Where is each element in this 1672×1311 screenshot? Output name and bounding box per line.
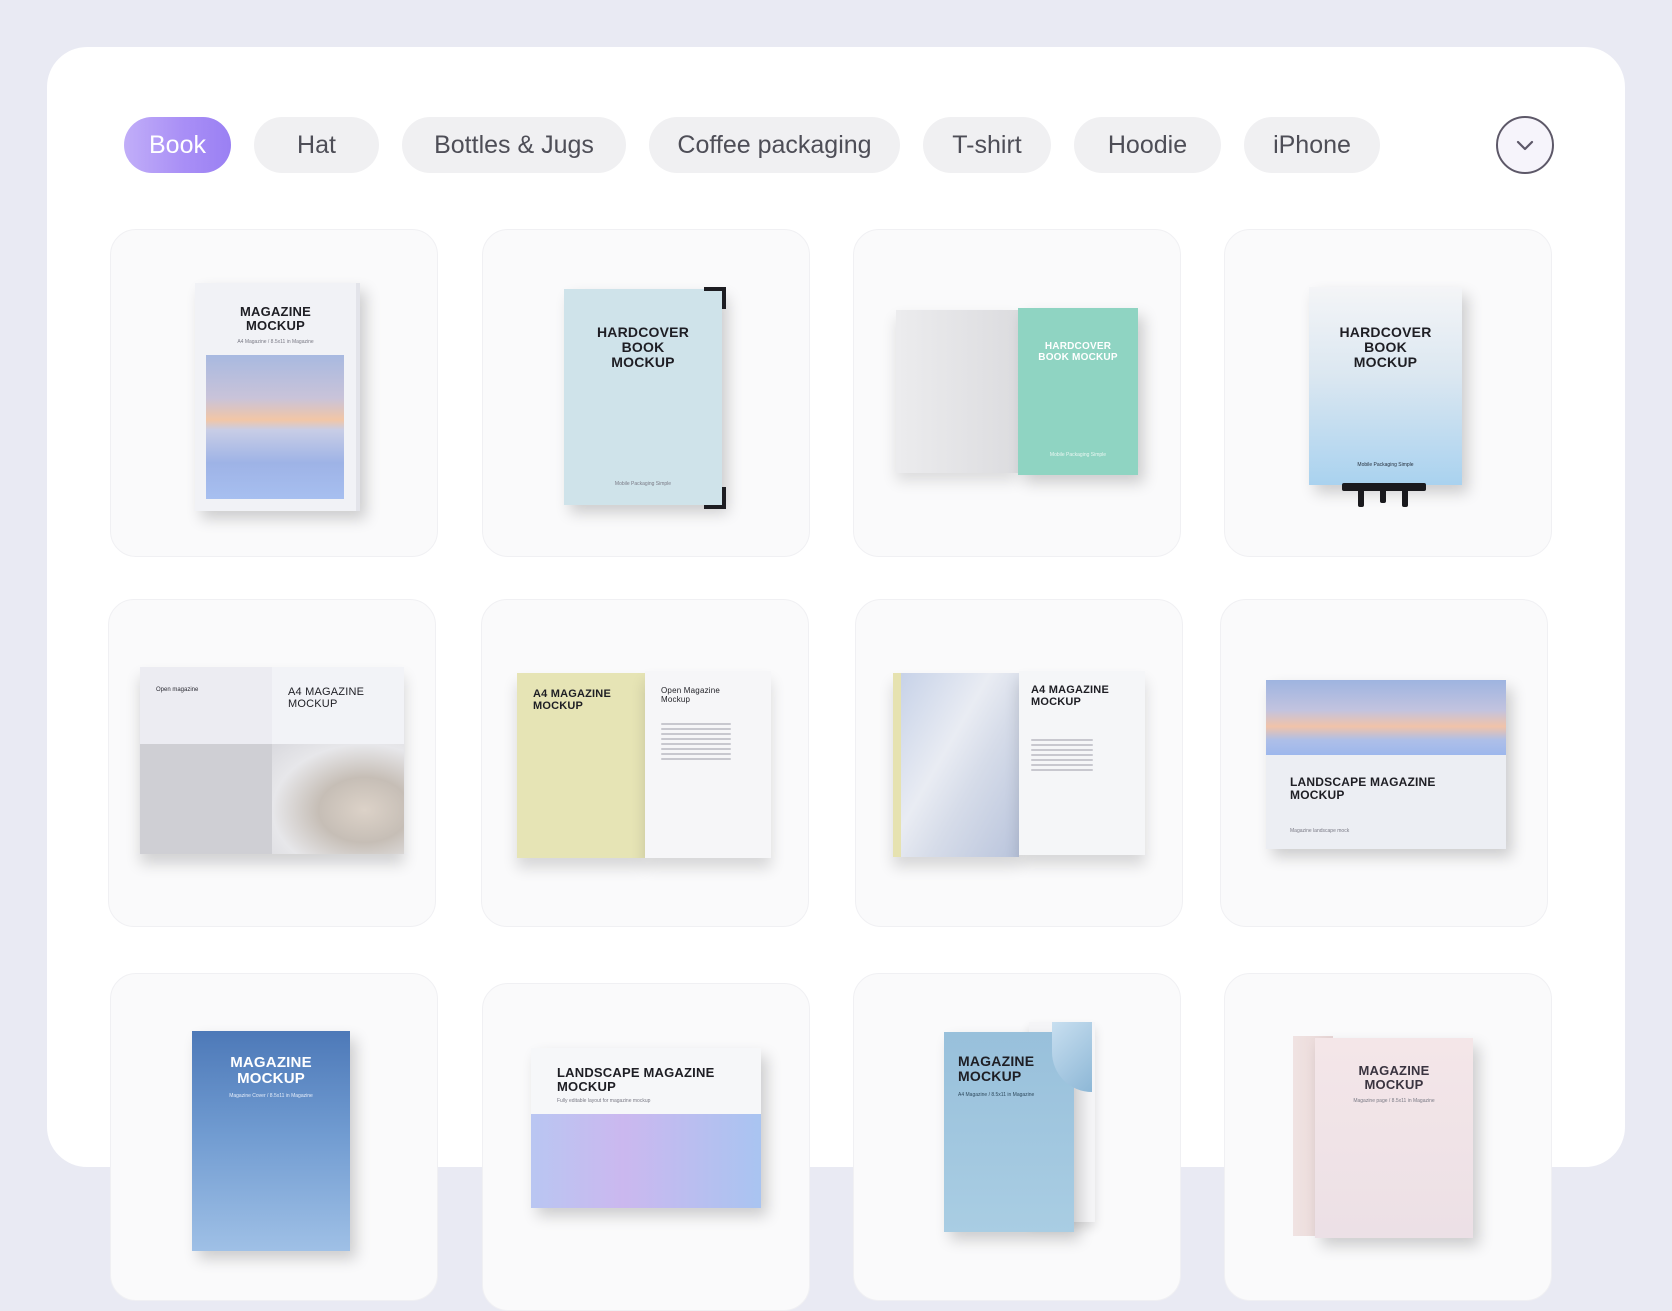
easel-leg: [1358, 489, 1364, 507]
page-text-lines: [1031, 739, 1093, 774]
cover-caption: Mobile Packaging Simple: [1357, 462, 1414, 468]
cover-title: HARDCOVER BOOK MOCKUP: [1038, 341, 1118, 363]
magazine-left-page: A4 MAGAZINE MOCKUP: [517, 673, 645, 858]
cover-photo: [531, 1114, 761, 1208]
cover-photo: [1266, 680, 1506, 755]
cover-title: LANDSCAPE MAGAZINE MOCKUP: [557, 1065, 715, 1095]
spread-left-top: [140, 667, 272, 744]
magazine-spread: Open magazine A4 MAGAZINE MOCKUP: [140, 667, 404, 854]
magazine-cover: MAGAZINE MOCKUP Magazine page / 8.5x11 i…: [1315, 1038, 1473, 1238]
spread-caption: Open magazine: [156, 687, 199, 693]
magazine-right-page: A4 MAGAZINE MOCKUP: [1019, 671, 1145, 855]
expand-categories-button[interactable]: [1496, 116, 1554, 174]
spread-left-bottom: [140, 744, 272, 854]
page-heading: Open Magazine Mockup: [661, 686, 721, 704]
book-right-page: HARDCOVER BOOK MOCKUP Mobile Packaging S…: [1018, 308, 1138, 475]
mockup-card-a4-magazine-open[interactable]: Open magazine A4 MAGAZINE MOCKUP: [108, 599, 436, 927]
chevron-down-icon: [1516, 140, 1534, 151]
cover-caption: A4 Magazine / 8.5x11 in Magazine: [237, 339, 314, 345]
category-pill-hat[interactable]: Hat: [254, 117, 379, 173]
book-left-page: [896, 310, 1018, 473]
magazine-cover: MAGAZINE MOCKUP A4 Magazine / 8.5x11 in …: [195, 283, 360, 511]
mockup-card-magazine-blue[interactable]: MAGAZINE MOCKUP Magazine Cover / 8.5x11 …: [110, 973, 438, 1301]
cover-title: LANDSCAPE MAGAZINE MOCKUP: [1290, 775, 1436, 802]
category-pill-hoodie[interactable]: Hoodie: [1074, 117, 1221, 173]
spread-right-photo: [272, 744, 404, 854]
cover-caption: Magazine landscape mock: [1290, 828, 1350, 834]
page-text-lines: [661, 723, 731, 763]
cover-caption: Mobile Packaging Simple: [614, 481, 672, 487]
corner-protector-top: [704, 287, 726, 309]
mockup-card-hardcover-book[interactable]: HARDCOVER BOOK MOCKUP Mobile Packaging S…: [482, 229, 810, 557]
easel-leg: [1380, 489, 1386, 503]
magazine-cover: MAGAZINE MOCKUP Magazine Cover / 8.5x11 …: [192, 1031, 350, 1251]
mockup-card-open-book[interactable]: HARDCOVER BOOK MOCKUP Mobile Packaging S…: [853, 229, 1181, 557]
mockup-card-landscape-magazine-2[interactable]: LANDSCAPE MAGAZINE MOCKUP Fully editable…: [482, 983, 810, 1311]
spread-title: A4 MAGAZINE MOCKUP: [288, 686, 365, 710]
category-pill-coffee-packaging[interactable]: Coffee packaging: [649, 117, 900, 173]
cover-caption: Magazine Cover / 8.5x11 in Magazine: [229, 1093, 313, 1099]
mockup-card-a4-magazine-yellow[interactable]: A4 MAGAZINE MOCKUP Open Magazine Mockup: [481, 599, 809, 927]
category-pill-bottles-jugs[interactable]: Bottles & Jugs: [402, 117, 626, 173]
spread-title: A4 MAGAZINE MOCKUP: [533, 688, 611, 712]
mockup-card-magazine-pink[interactable]: MAGAZINE MOCKUP Magazine page / 8.5x11 i…: [1224, 973, 1552, 1301]
book-cover: HARDCOVER BOOK MOCKUP Mobile Packaging S…: [1309, 287, 1462, 485]
category-pill-t-shirt[interactable]: T-shirt: [923, 117, 1051, 173]
corner-protector-bottom: [704, 487, 726, 509]
magazine-cover: LANDSCAPE MAGAZINE MOCKUP Fully editable…: [531, 1048, 761, 1208]
mockup-card-a4-magazine-building[interactable]: A4 MAGAZINE MOCKUP: [855, 599, 1183, 927]
cover-caption: Mobile Packaging Simple: [1049, 452, 1107, 458]
mockup-card-magazine-curl[interactable]: MAGAZINE MOCKUP A4 Magazine / 8.5x11 in …: [853, 973, 1181, 1301]
category-pill-iphone[interactable]: iPhone: [1244, 117, 1380, 173]
magazine-right-page: Open Magazine Mockup: [645, 671, 771, 858]
cover-title: HARDCOVER BOOK MOCKUP: [1339, 324, 1432, 371]
magazine-left-photo: [893, 673, 1019, 857]
magazine-cover: LANDSCAPE MAGAZINE MOCKUP Magazine lands…: [1266, 680, 1506, 849]
cover-title: MAGAZINE MOCKUP: [958, 1053, 1035, 1085]
category-pill-book[interactable]: Book: [124, 117, 231, 173]
book-cover: HARDCOVER BOOK MOCKUP Mobile Packaging S…: [564, 289, 722, 505]
cover-caption: Fully editable layout for magazine mocku…: [557, 1098, 651, 1104]
mockup-card-magazine[interactable]: MAGAZINE MOCKUP A4 Magazine / 8.5x11 in …: [110, 229, 438, 557]
mockup-card-hardcover-easel[interactable]: HARDCOVER BOOK MOCKUP Mobile Packaging S…: [1224, 229, 1552, 557]
mockup-card-landscape-magazine[interactable]: LANDSCAPE MAGAZINE MOCKUP Magazine lands…: [1220, 599, 1548, 927]
cover-title: HARDCOVER BOOK MOCKUP: [596, 324, 690, 371]
cover-title: MAGAZINE MOCKUP: [240, 304, 311, 334]
cover-title: MAGAZINE MOCKUP: [1358, 1063, 1430, 1093]
cover-caption: A4 Magazine / 8.5x11 in Magazine: [958, 1092, 1035, 1098]
cover-photo: [206, 355, 344, 499]
spread-title: A4 MAGAZINE MOCKUP: [1031, 684, 1109, 708]
easel-leg: [1402, 489, 1408, 507]
cover-title: MAGAZINE MOCKUP: [230, 1054, 312, 1088]
cover-caption: Magazine page / 8.5x11 in Magazine: [1353, 1098, 1435, 1104]
